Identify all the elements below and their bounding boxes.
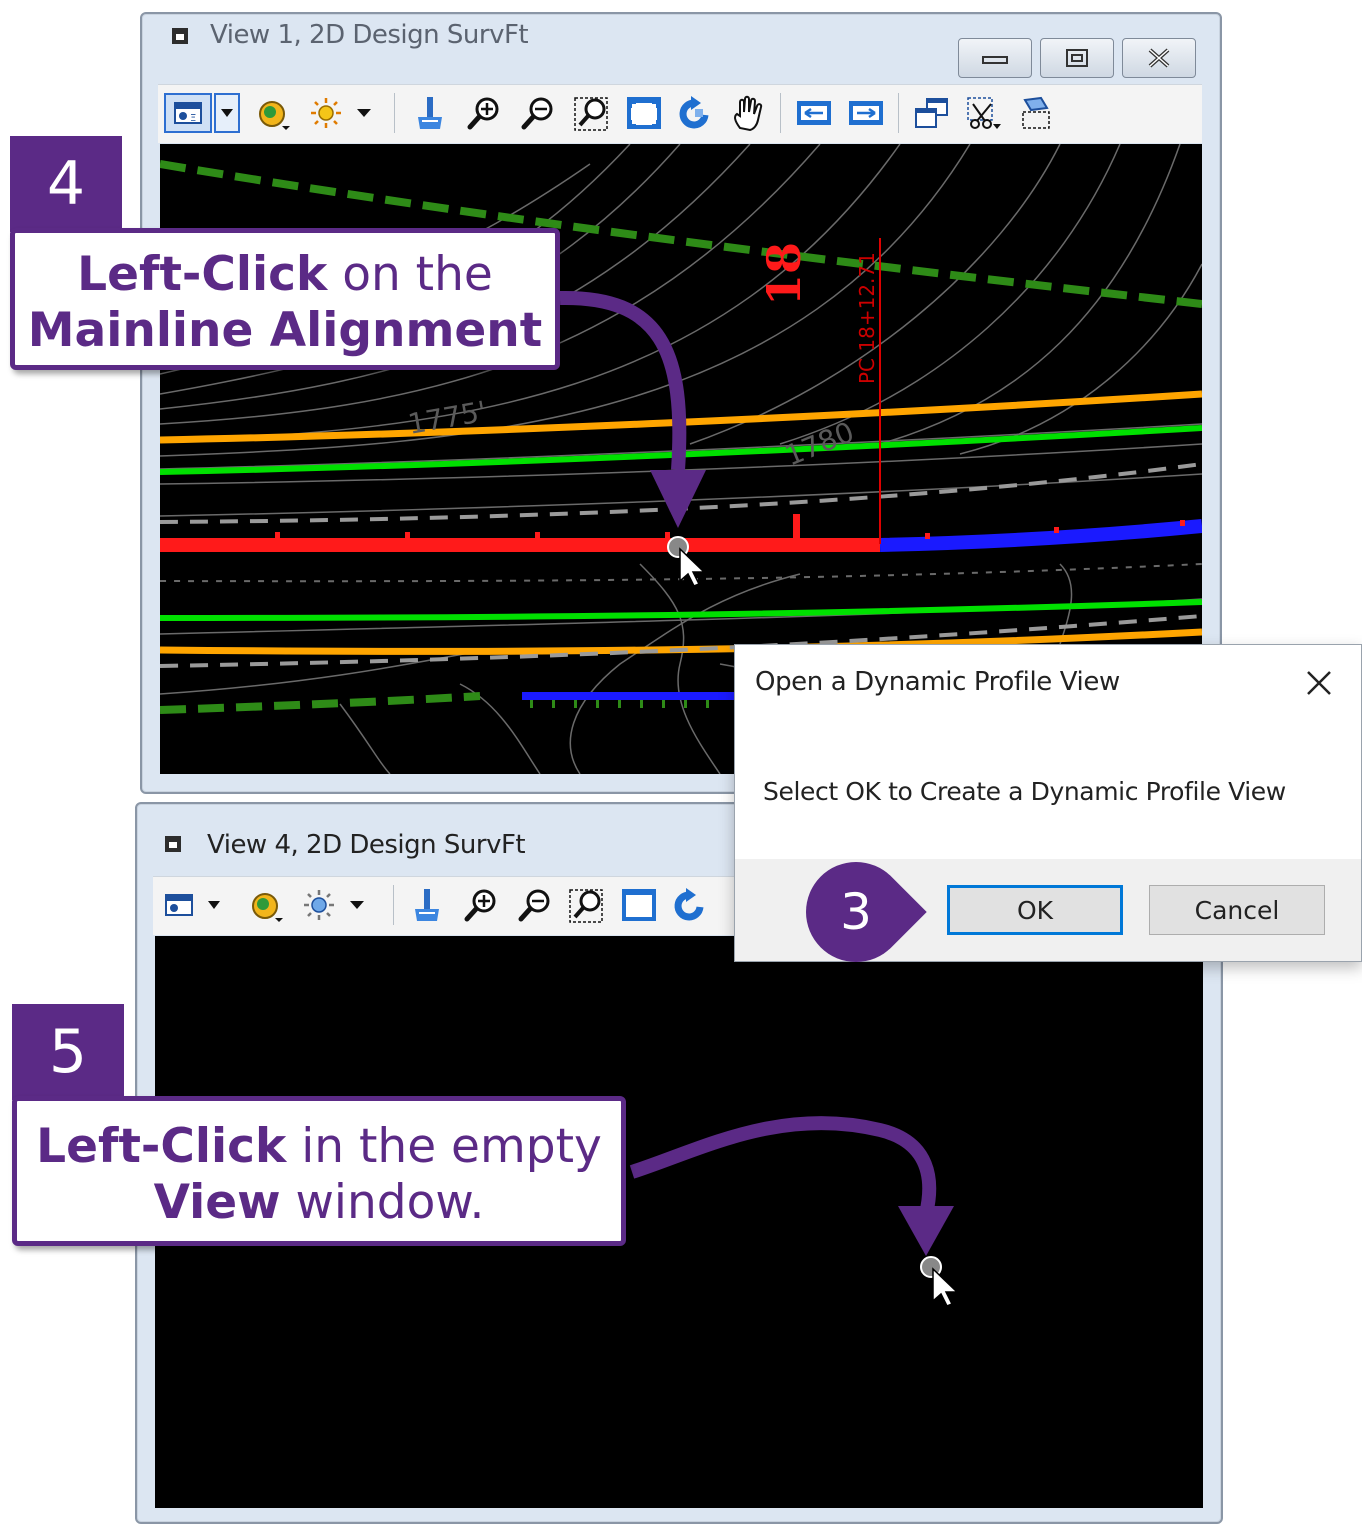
window-menu-icon[interactable] bbox=[165, 836, 181, 852]
step4-text: on the bbox=[327, 247, 493, 302]
display-style-icon[interactable] bbox=[254, 93, 294, 133]
display-style-icon[interactable] bbox=[247, 885, 287, 925]
restore-icon bbox=[1066, 49, 1088, 67]
view-attributes-icon[interactable]: Ξ bbox=[164, 93, 212, 133]
view-attributes-dropdown-icon[interactable] bbox=[203, 885, 225, 925]
step4-bold-target: Mainline Alignment bbox=[27, 303, 543, 358]
clip-volume-icon[interactable] bbox=[964, 93, 1004, 133]
mainline-alignment[interactable] bbox=[160, 538, 880, 552]
view1-toolbar: Ξ bbox=[158, 84, 1202, 143]
restore-button[interactable] bbox=[1040, 38, 1114, 78]
ok-button[interactable]: OK bbox=[947, 885, 1123, 935]
toolbar-separator bbox=[394, 93, 395, 133]
view-previous-icon[interactable] bbox=[794, 93, 834, 133]
minimize-icon bbox=[982, 56, 1008, 64]
fit-view-icon[interactable] bbox=[624, 93, 664, 133]
close-icon bbox=[1307, 671, 1331, 695]
mouse-pointer-icon bbox=[932, 1267, 959, 1307]
dialog-message: Select OK to Create a Dynamic Profile Vi… bbox=[763, 777, 1286, 806]
step5-text-end: window. bbox=[280, 1175, 485, 1230]
step3-number: 3 bbox=[840, 883, 872, 941]
view4-toolbar bbox=[153, 876, 753, 935]
view-attributes-dropdown-icon[interactable] bbox=[214, 93, 240, 133]
clip-mask-icon[interactable] bbox=[1016, 93, 1056, 133]
update-view-icon[interactable] bbox=[407, 885, 447, 925]
view1-titlebar[interactable]: View 1, 2D Design SurvFt bbox=[142, 14, 1220, 78]
lighting-dropdown-icon[interactable] bbox=[347, 885, 367, 925]
zoom-in-icon[interactable] bbox=[461, 885, 501, 925]
svg-text:Ξ: Ξ bbox=[190, 113, 196, 124]
rotate-view-icon[interactable] bbox=[671, 885, 711, 925]
lighting-icon[interactable] bbox=[299, 885, 339, 925]
rotate-view-icon[interactable] bbox=[676, 93, 716, 133]
lighting-icon[interactable] bbox=[306, 93, 346, 133]
update-view-icon[interactable] bbox=[410, 93, 450, 133]
copy-view-icon[interactable] bbox=[912, 93, 952, 133]
station-label: 18 bbox=[757, 242, 811, 306]
step4-bold-action: Left-Click bbox=[77, 247, 328, 302]
step4-callout: Left-Click on the Mainline Alignment bbox=[10, 228, 560, 370]
step5-bold-action: Left-Click bbox=[36, 1119, 287, 1174]
close-button[interactable] bbox=[1122, 38, 1196, 78]
window-area-icon[interactable] bbox=[572, 93, 612, 133]
close-icon bbox=[1148, 48, 1170, 68]
lighting-dropdown-icon[interactable] bbox=[354, 93, 374, 133]
zoom-in-icon[interactable] bbox=[464, 93, 504, 133]
step5-text: in the empty bbox=[286, 1119, 602, 1174]
pan-view-icon[interactable] bbox=[728, 93, 768, 133]
toolbar-separator bbox=[393, 885, 394, 925]
window-area-icon[interactable] bbox=[567, 885, 607, 925]
view-next-icon[interactable] bbox=[846, 93, 886, 133]
pc-label: PC 18+12.71 bbox=[855, 252, 879, 384]
step5-bold-target: View bbox=[153, 1175, 281, 1230]
dialog-close-button[interactable] bbox=[1299, 663, 1339, 703]
window-menu-icon[interactable] bbox=[172, 28, 188, 44]
view-attributes-icon[interactable] bbox=[159, 885, 199, 925]
toolbar-separator bbox=[780, 93, 781, 133]
fit-view-icon[interactable] bbox=[619, 885, 659, 925]
view1-title: View 1, 2D Design SurvFt bbox=[210, 20, 529, 50]
mouse-pointer-icon bbox=[679, 547, 706, 587]
zoom-out-icon[interactable] bbox=[518, 93, 558, 133]
cancel-button[interactable]: Cancel bbox=[1149, 885, 1325, 935]
step5-callout: Left-Click in the empty View window. bbox=[12, 1096, 626, 1246]
view4-title: View 4, 2D Design SurvFt bbox=[207, 830, 526, 860]
toolbar-separator bbox=[898, 93, 899, 133]
step4-number: 4 bbox=[10, 136, 122, 232]
zoom-out-icon[interactable] bbox=[515, 885, 555, 925]
minimize-button[interactable] bbox=[958, 38, 1032, 78]
edge-line bbox=[160, 599, 1202, 621]
step5-number: 5 bbox=[12, 1004, 124, 1100]
dialog-title: Open a Dynamic Profile View bbox=[755, 667, 1120, 697]
